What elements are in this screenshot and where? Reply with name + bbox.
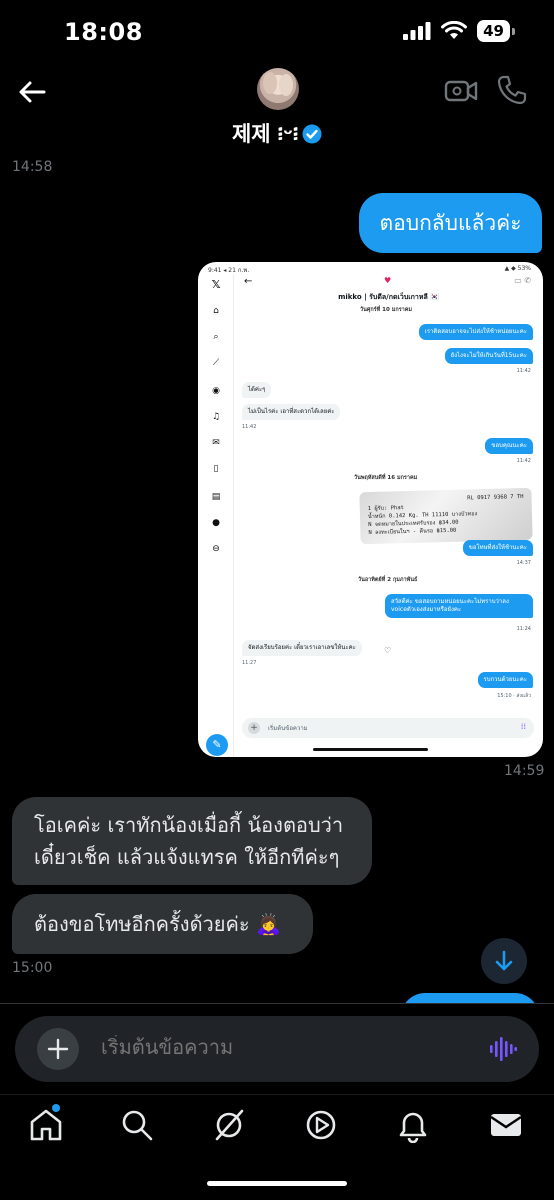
bookmark-icon: ▯ xyxy=(213,464,219,474)
voice-message-icon[interactable] xyxy=(489,1036,517,1062)
image-bubble-incoming: จัดส่งเรียบร้อยค่ะ เดี๋ยวเราเอาเลขให้นะค… xyxy=(242,640,362,656)
message-text: เดี๋ยวเช็ค แล้วแจ้งแทรค ให้อีกทีค่ะๆ xyxy=(34,845,340,869)
more-icon: ⊖ xyxy=(212,544,220,554)
image-bubble-outgoing: ขอโทษที่ส่งให้ช้านะคะ xyxy=(462,540,533,556)
image-bubble-outgoing: ขอบคุณนะคะ xyxy=(485,438,533,454)
image-date-separator: วันศุกร์ที่ 10 มกราคม xyxy=(360,307,413,313)
image-bubble-incoming: ไม่เป็นไรค่ะ เอาที่สะดวกได้เลยค่ะ xyxy=(242,404,341,420)
home-indicator xyxy=(207,1181,347,1186)
compose-icon: ✎ xyxy=(206,734,228,756)
contact-name-row[interactable]: 제제 ፧ᵕ፧ xyxy=(0,118,554,148)
back-arrow-icon[interactable] xyxy=(16,76,48,108)
image-timestamp: 14:37 xyxy=(516,560,531,566)
image-composer-placeholder: เริ่มต้นข้อความ xyxy=(268,725,308,732)
image-bubble-text: voiceตัวเองส่งมาหรือยังคะ xyxy=(391,606,462,613)
image-date-separator: วันพฤหัสบดีที่ 16 มกราคม xyxy=(354,475,418,481)
add-attachment-button[interactable] xyxy=(37,1028,79,1070)
message-bubble-outgoing[interactable]: ตอบกลับแล้วค่ะ xyxy=(359,193,542,253)
home-tab-icon[interactable] xyxy=(28,1107,64,1143)
image-timestamp: 11:42 xyxy=(516,458,531,464)
conversation-header: 제제 ፧ᵕ፧ xyxy=(0,62,554,156)
video-call-icon[interactable] xyxy=(444,76,478,106)
image-home-indicator xyxy=(313,748,428,751)
arrow-down-icon xyxy=(495,950,513,971)
image-bubble-text: สวัสดีค่ะ ขอสอบถามหน่อยนะคะไม่ทราบว่าลง xyxy=(391,598,509,605)
status-time: 18:08 xyxy=(64,18,143,46)
bell-icon: ♫ xyxy=(211,412,221,422)
image-timestamp: 11:24 xyxy=(516,626,531,632)
image-header-icons: ▭ ✆ xyxy=(514,276,531,285)
message-bubble-incoming[interactable]: ต้องขอโทษอีกครั้งด้วยค่ะ 🙇‍♀️ xyxy=(12,894,313,954)
status-bar: 18:08 49 xyxy=(0,0,554,62)
mail-icon: ✉ xyxy=(212,438,220,448)
image-bubble-outgoing: สวัสดีค่ะ ขอสอบถามหน่อยนะคะไม่ทราบว่าลง … xyxy=(385,594,533,618)
image-back-arrow-icon: ← xyxy=(244,276,253,287)
image-date-separator: วันอาทิตย์ที่ 2 กุมภาพันธ์ xyxy=(358,577,418,583)
image-timestamp: 15:10 · ส่งแล้ว xyxy=(497,693,531,699)
home-icon: ⌂ xyxy=(213,306,219,316)
timestamp: 14:58 xyxy=(12,159,53,175)
image-timestamp: 11:42 xyxy=(242,424,257,430)
image-attachment[interactable]: 9:41 ◂ 21 ก.พ. ▲ ◆ 53% 𝕏 ⌂ ⌕ ⟋ ◉ ♫ ✉ ▯ ▤… xyxy=(198,262,543,757)
image-status-icons: ▲ ◆ 53% xyxy=(504,265,531,272)
x-logo-icon: 𝕏 xyxy=(211,278,221,291)
image-plus-icon: + xyxy=(248,722,260,734)
image-chat-title: mikko | รับดีล/กดเว็บเกาหลี 🇰🇷 xyxy=(338,293,439,301)
image-bubble-outgoing: ยังไงจะไม่ให้เกินวันที่15นะคะ xyxy=(444,348,533,364)
wifi-icon xyxy=(441,21,468,39)
cellular-signal-icon xyxy=(403,22,431,40)
message-input[interactable] xyxy=(101,1035,461,1059)
image-nav-rail: 𝕏 ⌂ ⌕ ⟋ ◉ ♫ ✉ ▯ ▤ ● ⊖ ✎ xyxy=(198,274,234,757)
verified-badge-icon xyxy=(302,124,322,144)
message-text: โอเคค่ะ เราทักน้องเมื่อกี้ น้องตอบว่า xyxy=(34,813,344,837)
video-icon: ◉ xyxy=(212,386,220,396)
home-notification-dot xyxy=(52,1104,60,1112)
search-tab-icon[interactable] xyxy=(119,1107,155,1143)
image-timestamp: 11:27 xyxy=(242,660,257,666)
image-bubble-incoming: ได้ค่ะๆ xyxy=(242,382,272,398)
message-bubble-incoming[interactable]: โอเคค่ะ เราทักน้องเมื่อกี้ น้องตอบว่า เด… xyxy=(12,797,372,885)
document-icon: ▤ xyxy=(211,492,221,502)
message-composer xyxy=(0,1004,554,1094)
image-avatar-icon: ♥ xyxy=(384,276,392,285)
image-react-icon: ♡ xyxy=(384,646,392,655)
phone-call-icon[interactable] xyxy=(496,74,528,106)
contact-avatar[interactable] xyxy=(257,68,299,110)
grok-tab-icon[interactable] xyxy=(211,1107,247,1143)
message-text: ตอบกลับแล้วค่ะ xyxy=(379,211,522,235)
image-voice-icon: ⁞⁞ xyxy=(520,722,526,731)
composer-field[interactable] xyxy=(15,1016,539,1082)
message-text: ต้องขอโทษอีกครั้งด้วยค่ะ 🙇‍♀️ xyxy=(34,912,281,936)
image-timestamp: 11:42 xyxy=(516,368,531,374)
contact-name: 제제 ፧ᵕ፧ xyxy=(231,122,299,146)
profile-icon: ● xyxy=(212,518,220,528)
image-bubble-outgoing: รบกวนด้วยนะคะ xyxy=(477,672,533,688)
messages-tab-icon[interactable] xyxy=(488,1107,524,1143)
image-composer: + เริ่มต้นข้อความ ⁞⁞ xyxy=(242,718,534,738)
status-icons: 49 xyxy=(403,20,515,42)
video-tab-icon[interactable] xyxy=(303,1107,339,1143)
grok-icon: ⟋ xyxy=(212,358,220,368)
search-icon: ⌕ xyxy=(213,332,219,342)
battery-indicator: 49 xyxy=(477,20,515,42)
plus-icon xyxy=(47,1038,69,1060)
image-bubble-outgoing: เราติดสอบอาจจะไปส่งให้ช้าหน่อยนะคะ xyxy=(418,324,533,340)
timestamp: 15:00 xyxy=(12,960,53,976)
notifications-tab-icon[interactable] xyxy=(395,1107,431,1143)
scroll-to-bottom-button[interactable] xyxy=(481,938,527,984)
image-receipt-photo: RL 0917 9368 7 TH 1 ผู้รับ: Phat น้ำหนัก… xyxy=(359,487,533,545)
timestamp: 14:59 xyxy=(504,763,545,779)
